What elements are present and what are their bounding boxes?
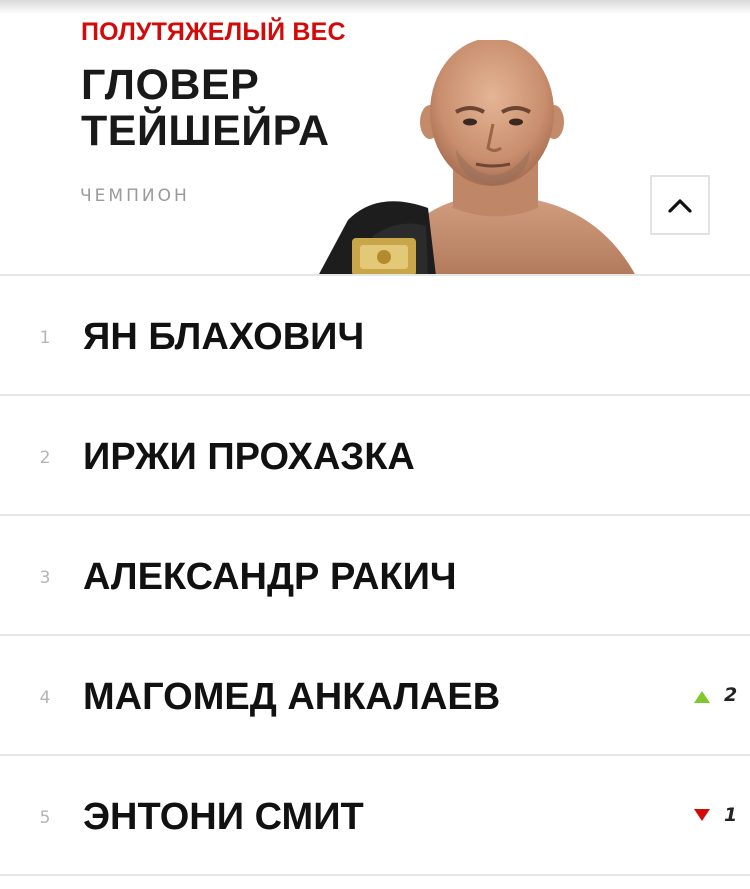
champion-name-line2: ТЕЙШЕЙРА <box>81 107 330 155</box>
champion-name[interactable]: ГЛОВЕР ТЕЙШЕЙРА <box>81 62 330 154</box>
fighter-name[interactable]: ЭНТОНИ СМИТ <box>83 796 364 839</box>
rank-change-count: 1 <box>724 804 738 826</box>
rank-down-icon <box>694 809 710 821</box>
fighter-name[interactable]: ЯН БЛАХОВИЧ <box>83 316 364 359</box>
ranking-row[interactable]: 4 МАГОМЕД АНКАЛАЕВ 2 <box>0 636 750 756</box>
ranking-row[interactable]: 3 АЛЕКСАНДР РАКИЧ <box>0 516 750 636</box>
rank-change-count: 2 <box>724 684 738 706</box>
champion-photo[interactable] <box>318 40 648 276</box>
rank-number: 1 <box>39 328 51 348</box>
champion-name-line1: ГЛОВЕР <box>81 61 260 109</box>
chevron-up-icon <box>668 199 692 213</box>
rank-up-icon <box>694 691 710 703</box>
fighter-name[interactable]: ИРЖИ ПРОХАЗКА <box>83 436 415 479</box>
fighter-name[interactable]: АЛЕКСАНДР РАКИЧ <box>83 556 457 599</box>
rank-movement: 1 <box>694 802 742 832</box>
rankings-list: 1 ЯН БЛАХОВИЧ 2 ИРЖИ ПРОХАЗКА 3 АЛЕКСАНД… <box>0 276 750 876</box>
champion-card: ПОЛУТЯЖЕЛЫЙ ВЕС ГЛОВЕР ТЕЙШЕЙРА ЧЕМПИОН <box>0 0 750 276</box>
rank-number: 4 <box>39 688 51 708</box>
rank-movement: 2 <box>694 682 742 712</box>
ranking-row[interactable]: 2 ИРЖИ ПРОХАЗКА <box>0 396 750 516</box>
rank-number: 2 <box>39 448 51 468</box>
ranking-row[interactable]: 1 ЯН БЛАХОВИЧ <box>0 276 750 396</box>
collapse-button[interactable] <box>650 175 710 235</box>
fighter-name[interactable]: МАГОМЕД АНКАЛАЕВ <box>83 676 500 719</box>
rank-number: 3 <box>39 568 51 588</box>
ranking-row[interactable]: 5 ЭНТОНИ СМИТ 1 <box>0 756 750 876</box>
division-title: ПОЛУТЯЖЕЛЫЙ ВЕС <box>81 18 346 46</box>
champion-label: ЧЕМПИОН <box>80 186 190 206</box>
rank-number: 5 <box>39 808 51 828</box>
